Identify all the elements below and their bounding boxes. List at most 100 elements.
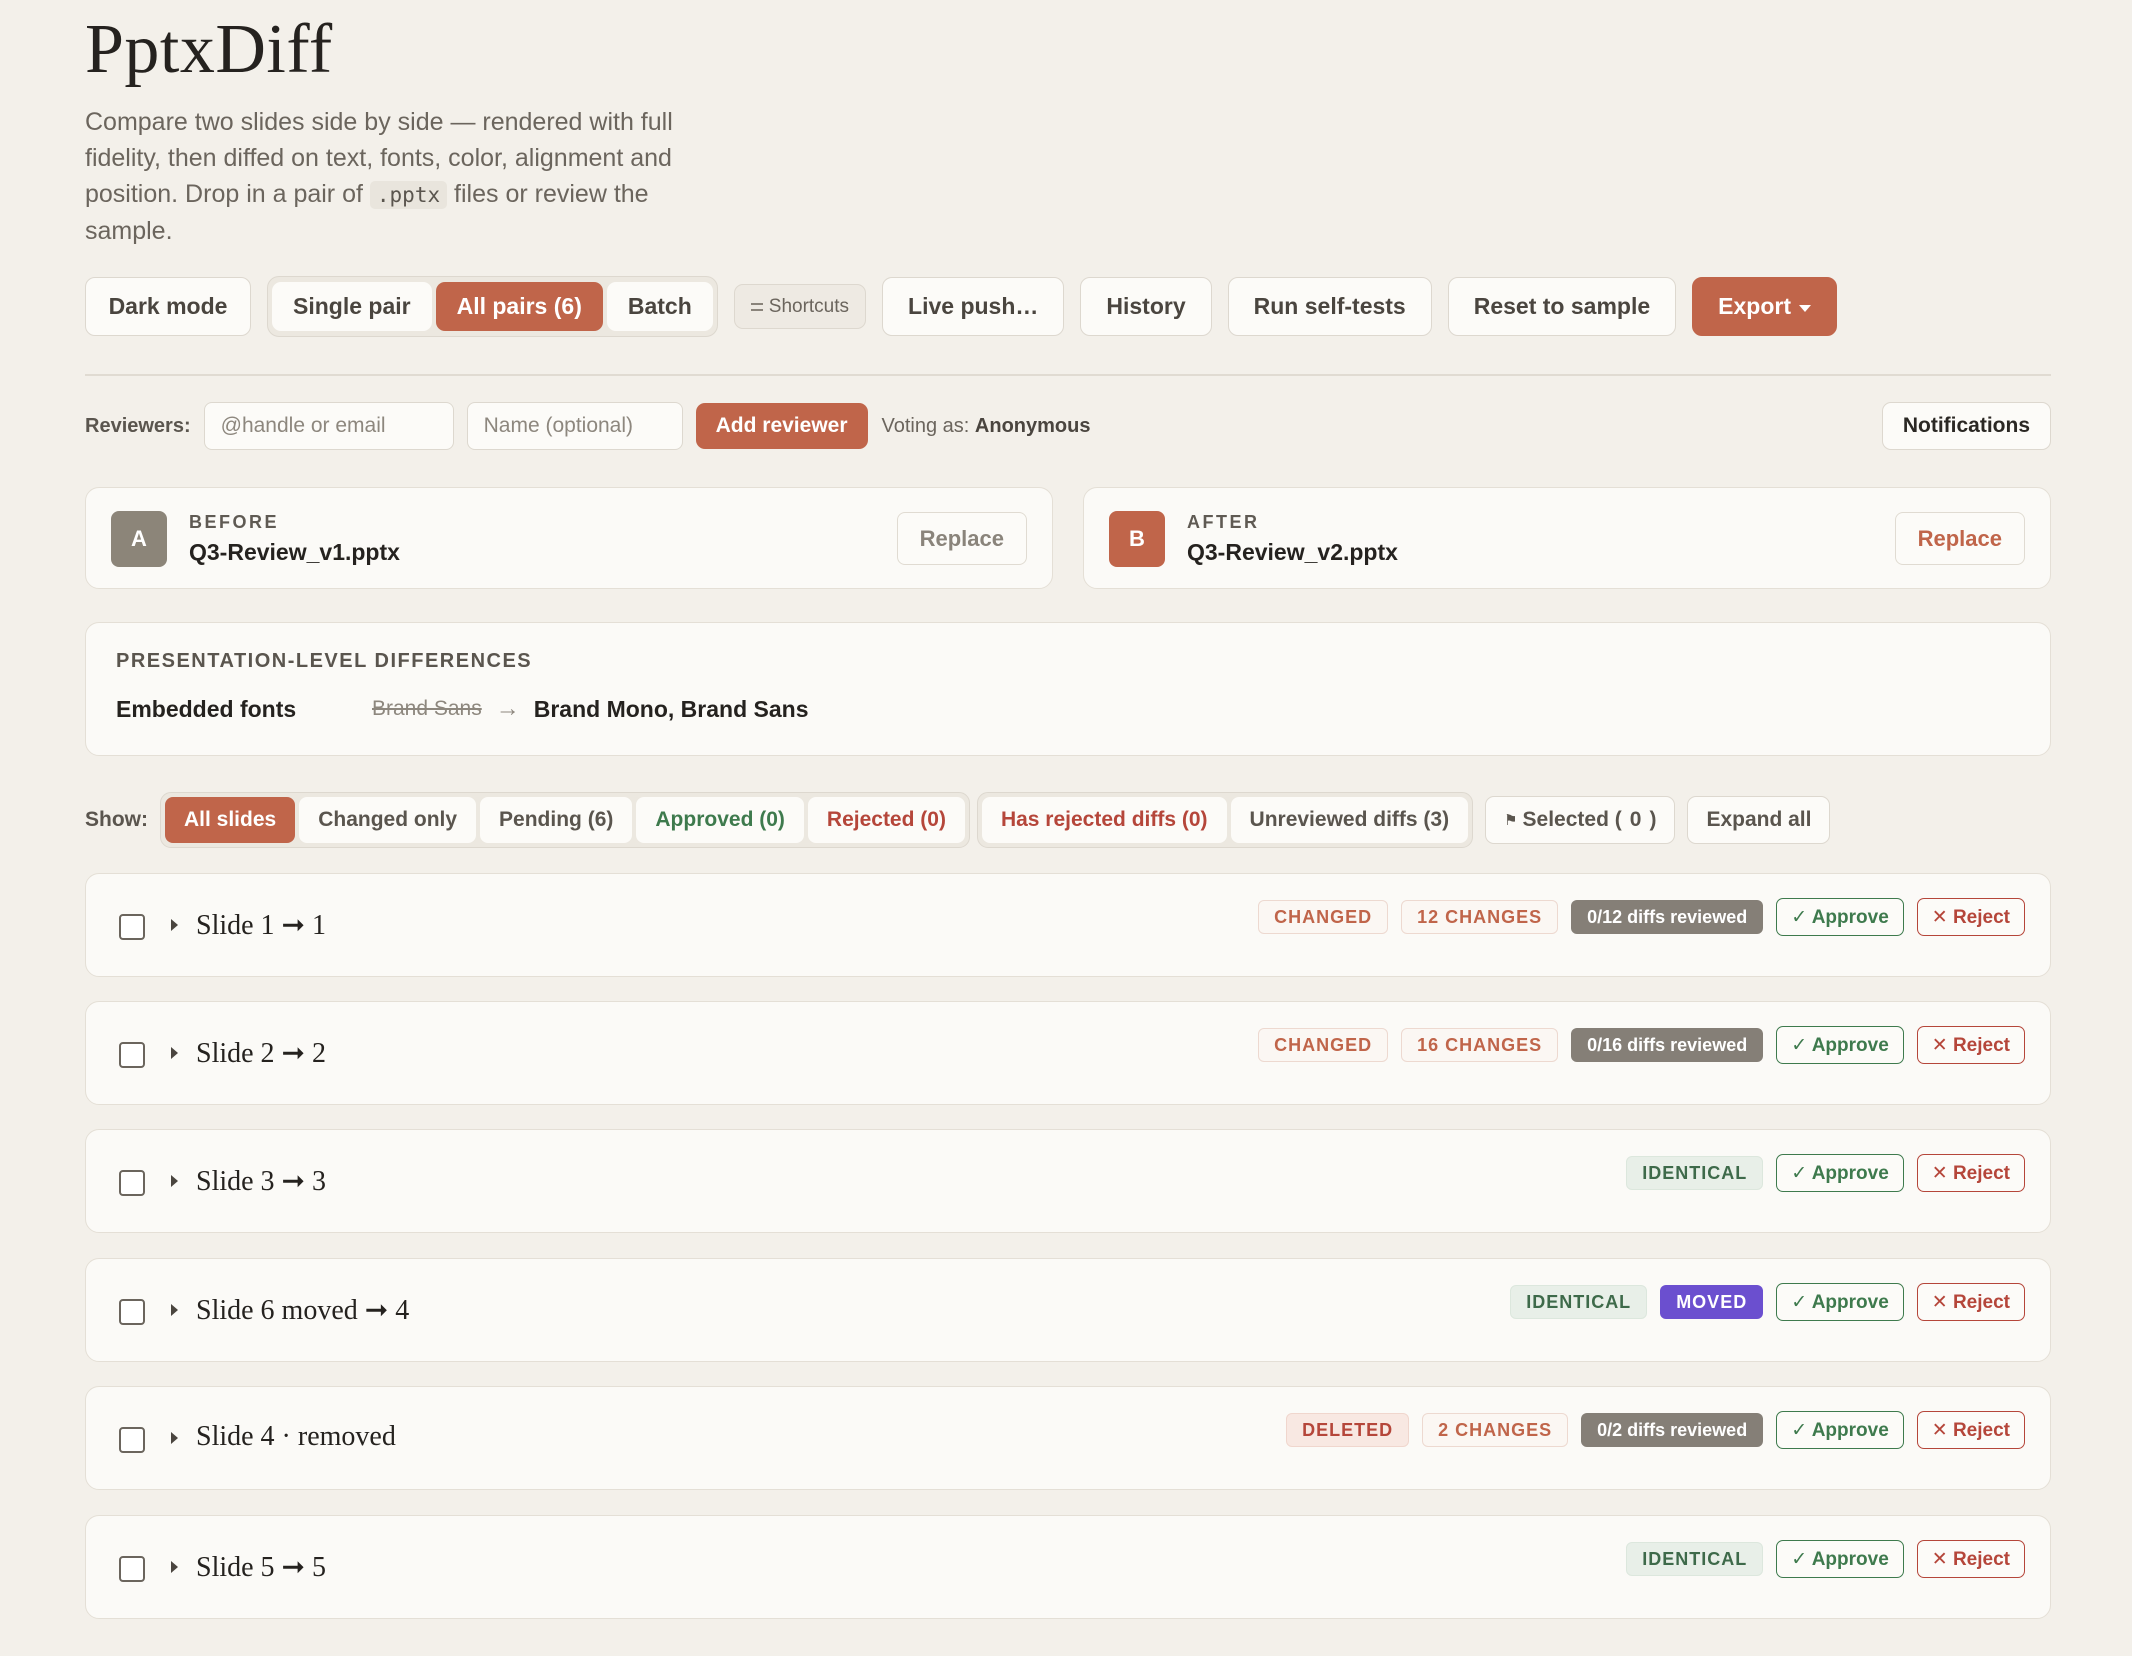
shortcuts-button[interactable]: Shortcuts [733,284,867,329]
history-button[interactable]: History [1080,277,1212,336]
diff-row-embedded-fonts: Embedded fonts Brand Sans → Brand Mono, … [116,695,809,723]
slide-title: Slide 6 moved ➞ 4 [196,1295,410,1326]
filter-all-slides[interactable]: All slides [165,797,296,843]
selected-close: ) [1649,808,1657,831]
diff-old-value: Brand Sans [372,697,482,720]
change-count-badge: 2 CHANGES [1422,1413,1569,1447]
diff-new-value: Brand Mono, Brand Sans [533,695,809,722]
changed-badge: CHANGED [1258,1028,1389,1062]
slide-status: IDENTICAL ✓ Approve ✕ Reject [1626,1154,2025,1192]
filter-pending[interactable]: Pending (6) [480,797,633,843]
run-self-tests-button[interactable]: Run self-tests [1227,277,1432,336]
arrow-right-icon: → [495,695,520,722]
slide-status: CHANGED 16 CHANGES 0/16 diffs reviewed ✓… [1258,1026,2025,1064]
review-progress-badge: 0/2 diffs reviewed [1581,1413,1764,1447]
after-file-name: Q3-Review_v2.pptx [1187,539,1398,565]
reject-button[interactable]: ✕ Reject [1916,1283,2025,1321]
slide-status: IDENTICAL MOVED ✓ Approve ✕ Reject [1510,1283,2025,1321]
before-replace-button[interactable]: Replace [896,512,1027,565]
app-title: PptxDiff [85,11,333,88]
expand-triangle-icon[interactable] [171,1175,178,1187]
mode-single-pair[interactable]: Single pair [272,282,432,331]
slide-checkbox[interactable] [119,1042,145,1068]
slide-checkbox[interactable] [119,1556,145,1582]
expand-triangle-icon[interactable] [171,1561,178,1573]
slide-row[interactable]: Slide 4 · removed DELETED 2 CHANGES 0/2 … [85,1386,2051,1490]
identical-badge: IDENTICAL [1626,1156,1764,1190]
filter-label: Show: [85,808,148,831]
slide-row[interactable]: Slide 6 moved ➞ 4 IDENTICAL MOVED ✓ Appr… [85,1258,2051,1362]
slide-row[interactable]: Slide 5 ➞ 5 IDENTICAL ✓ Approve ✕ Reject [85,1515,2051,1619]
export-button[interactable]: Export [1692,277,1837,336]
slide-row[interactable]: Slide 2 ➞ 2 CHANGED 16 CHANGES 0/16 diff… [85,1001,2051,1105]
chevron-down-icon [1798,304,1811,312]
filter-unreviewed-diffs[interactable]: Unreviewed diffs (3) [1230,797,1469,843]
reviewers-bar: Reviewers: Add reviewer Voting as: Anony… [85,402,2051,450]
live-push-button[interactable]: Live push… [882,277,1065,336]
mode-all-pairs[interactable]: All pairs (6) [435,282,603,331]
presentation-diffs-heading: PRESENTATION-LEVEL DIFFERENCES [116,650,533,672]
filter-approved[interactable]: Approved (0) [636,797,804,843]
expand-triangle-icon[interactable] [171,1047,178,1059]
expand-triangle-icon[interactable] [171,919,178,931]
slide-checkbox[interactable] [119,1427,145,1453]
add-reviewer-button[interactable]: Add reviewer [695,403,868,449]
filter-changed-only[interactable]: Changed only [299,797,477,843]
approve-button[interactable]: ✓ Approve [1776,1540,1904,1578]
expand-all-button[interactable]: Expand all [1687,796,1831,844]
identical-badge: IDENTICAL [1510,1285,1648,1319]
reject-button[interactable]: ✕ Reject [1916,1540,2025,1578]
before-file-name: Q3-Review_v1.pptx [189,539,400,565]
diff-key: Embedded fonts [116,695,297,722]
slide-status: CHANGED 12 CHANGES 0/12 diffs reviewed ✓… [1258,898,2025,936]
slide-title: Slide 2 ➞ 2 [196,1038,327,1069]
slide-title: Slide 4 · removed [196,1421,396,1452]
approve-button[interactable]: ✓ Approve [1776,1283,1904,1321]
slide-checkbox[interactable] [119,1299,145,1325]
slide-checkbox[interactable] [119,914,145,940]
approve-button[interactable]: ✓ Approve [1776,898,1904,936]
slide-checkbox[interactable] [119,1170,145,1196]
slide-title: Slide 5 ➞ 5 [196,1552,327,1583]
slide-row[interactable]: Slide 3 ➞ 3 IDENTICAL ✓ Approve ✕ Reject [85,1129,2051,1233]
after-badge: B [1109,511,1165,567]
diff-filter-group: Has rejected diffs (0) Unreviewed diffs … [976,792,1474,848]
after-caption: AFTER [1187,512,1260,532]
selected-count: 0 [1629,808,1642,831]
app-subtitle: Compare two slides side by side — render… [85,104,725,249]
reject-button[interactable]: ✕ Reject [1916,1026,2025,1064]
slide-row[interactable]: Slide 1 ➞ 1 CHANGED 12 CHANGES 0/12 diff… [85,873,2051,977]
keyboard-icon [750,302,763,311]
approve-button[interactable]: ✓ Approve [1776,1411,1904,1449]
filter-has-rejected-diffs[interactable]: Has rejected diffs (0) [981,797,1227,843]
dark-mode-button[interactable]: Dark mode [85,277,251,336]
toolbar: Dark mode Single pair All pairs (6) Batc… [85,276,1837,337]
reviewer-name-input[interactable] [466,402,683,450]
mode-batch[interactable]: Batch [606,282,713,331]
notifications-button[interactable]: Notifications [1881,402,2051,450]
identical-badge: IDENTICAL [1626,1542,1764,1576]
after-file-card: B AFTER Q3-Review_v2.pptx Replace [1083,487,2051,589]
deleted-badge: DELETED [1286,1413,1410,1447]
approve-button[interactable]: ✓ Approve [1776,1026,1904,1064]
changed-badge: CHANGED [1258,900,1389,934]
selected-button[interactable]: ⚑ Selected ( 0 ) [1485,796,1676,844]
reject-button[interactable]: ✕ Reject [1916,1411,2025,1449]
after-replace-button[interactable]: Replace [1894,512,2025,565]
filter-rejected[interactable]: Rejected (0) [807,797,965,843]
page: PptxDiff Compare two slides side by side… [85,0,2051,1619]
expand-triangle-icon[interactable] [171,1432,178,1444]
export-label: Export [1718,293,1791,319]
slide-status: DELETED 2 CHANGES 0/2 diffs reviewed ✓ A… [1286,1411,2025,1449]
status-filter-group: All slides Changed only Pending (6) Appr… [160,792,970,848]
reject-button[interactable]: ✕ Reject [1916,898,2025,936]
expand-triangle-icon[interactable] [171,1304,178,1316]
approve-button[interactable]: ✓ Approve [1776,1154,1904,1192]
reviewer-handle-input[interactable] [203,402,454,450]
shortcuts-label: Shortcuts [768,295,850,317]
filter-bar: Show: All slides Changed only Pending (6… [85,792,1831,848]
reject-button[interactable]: ✕ Reject [1916,1154,2025,1192]
flag-icon: ⚑ [1504,812,1518,829]
selected-label: Selected ( [1522,808,1622,831]
reset-to-sample-button[interactable]: Reset to sample [1447,277,1677,336]
